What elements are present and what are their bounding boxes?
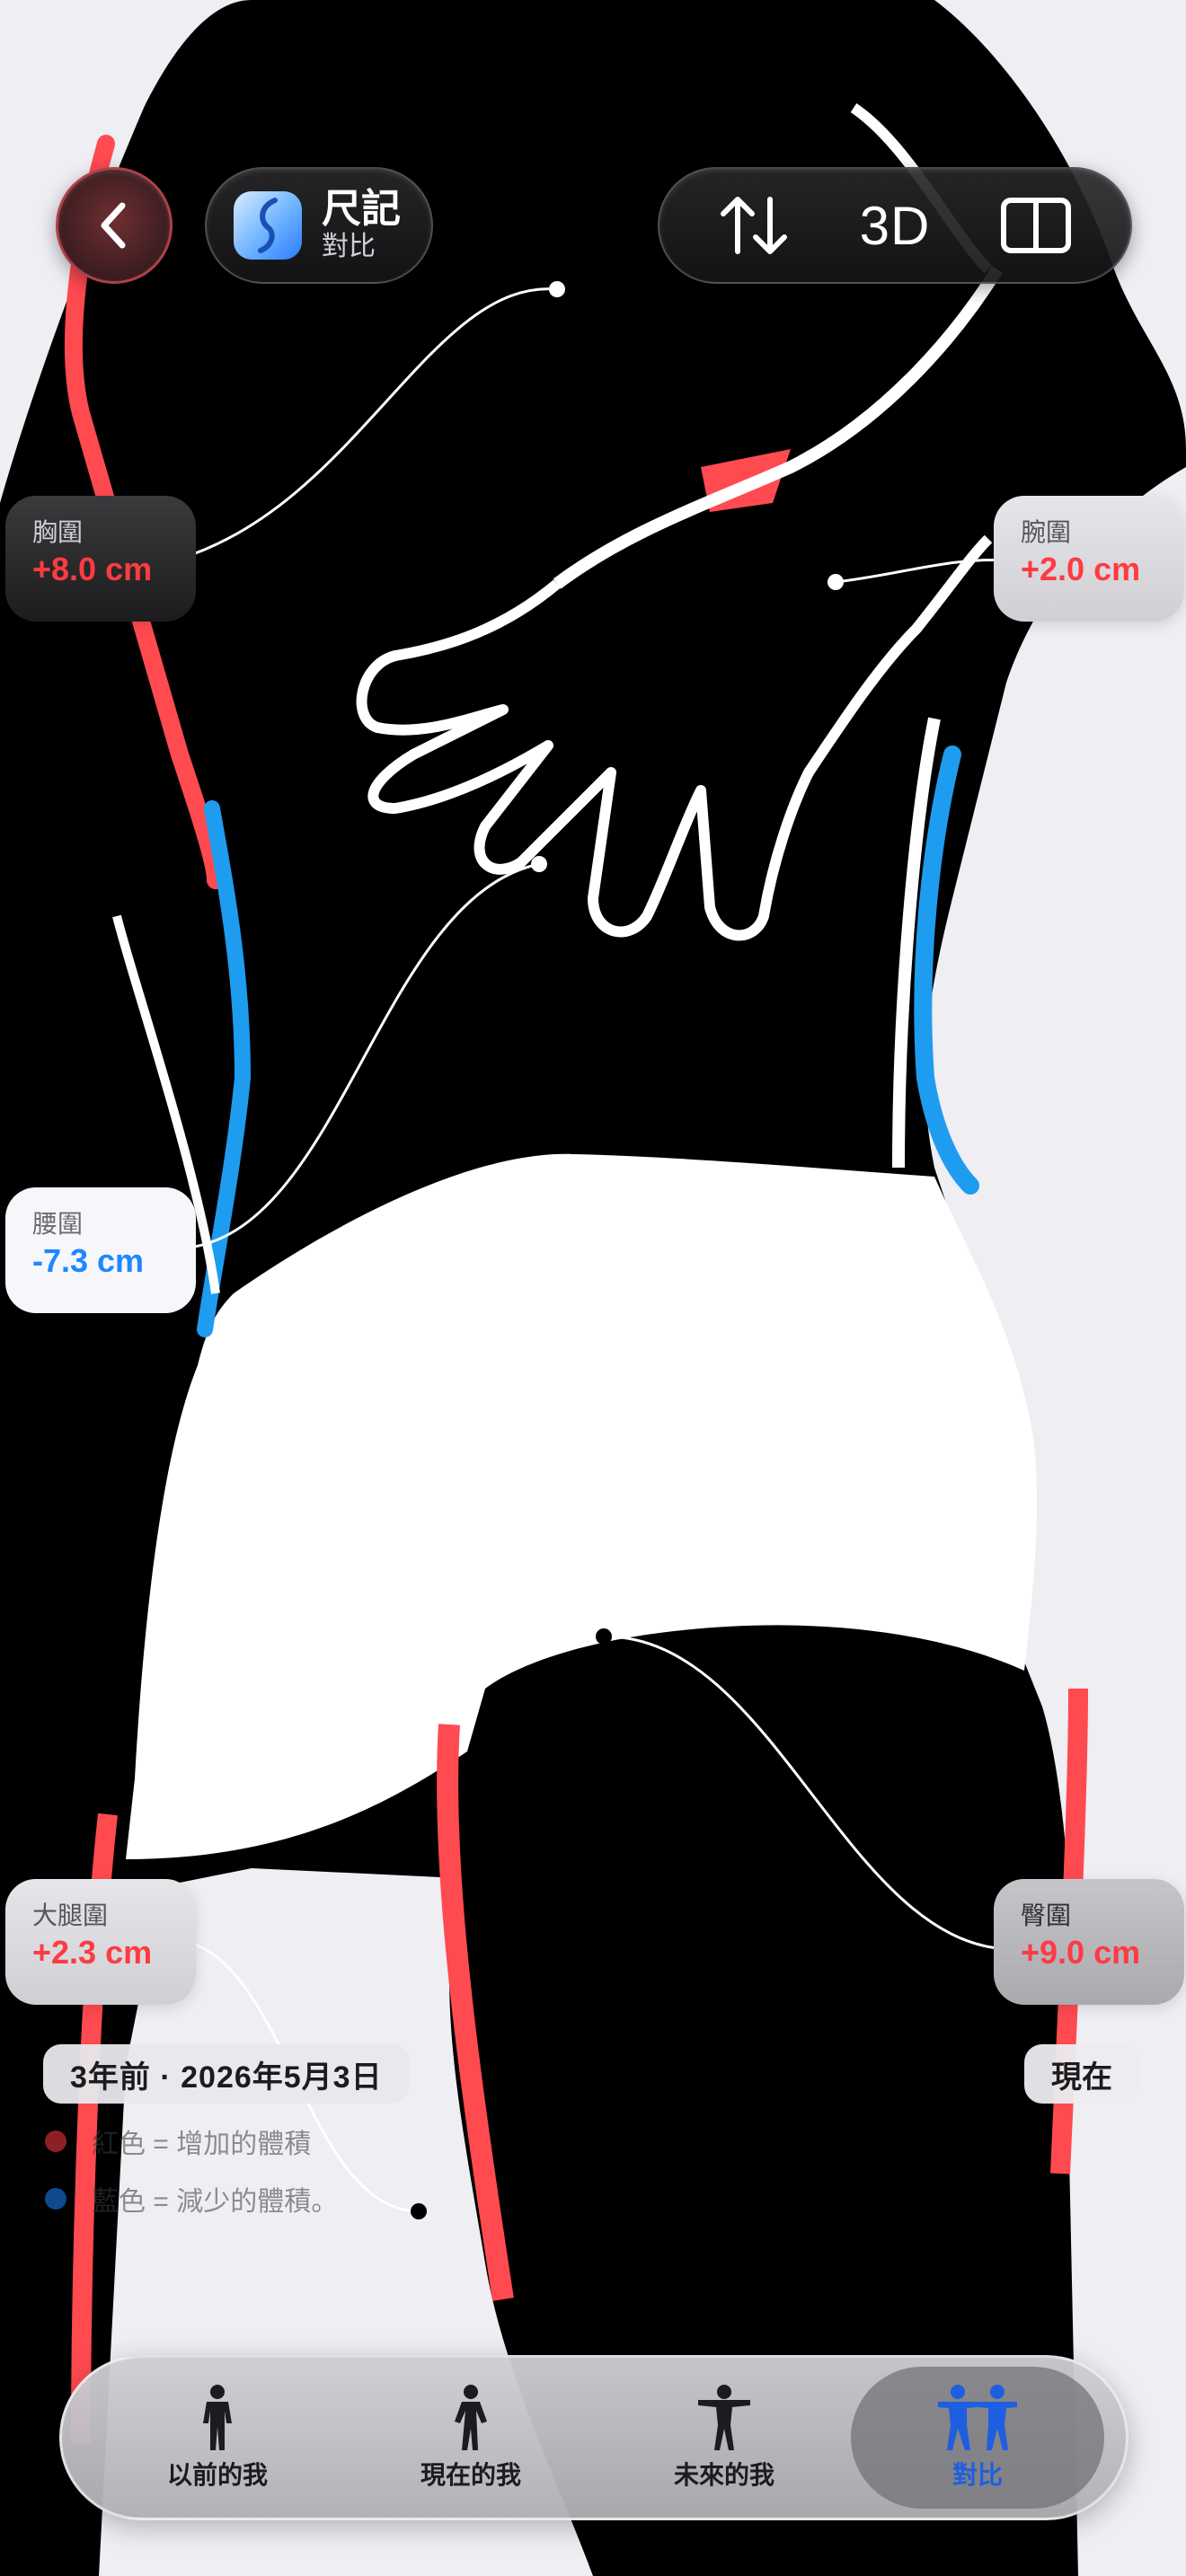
person-icon [203, 2385, 232, 2450]
tab-future-me[interactable]: 未來的我 [597, 2367, 851, 2509]
legend-increase-text: 紅色 = 增加的體積 [92, 2130, 312, 2159]
thigh-label: 大腿圍 [32, 1901, 109, 1929]
tab-compare-label: 對比 [951, 2461, 1003, 2489]
wrist-measurement-card[interactable]: 腕圍 +2.0 cm [994, 496, 1184, 622]
legend-increase: 紅色 = 增加的體積 [45, 2123, 311, 2159]
tab-current-me-label: 現在的我 [420, 2461, 521, 2489]
chest-measurement-card[interactable]: 胸圍 +8.0 cm [5, 496, 196, 622]
person-walking-icon [455, 2385, 487, 2450]
app-name: 尺記 [322, 187, 401, 231]
sort-button[interactable] [691, 181, 817, 270]
hip-label: 臀圍 [1021, 1901, 1072, 1929]
person-arms-up-icon [698, 2385, 750, 2450]
hip-value: +9.0 cm [1021, 1934, 1141, 1971]
chest-value: +8.0 cm [32, 551, 153, 587]
split-view-icon [1001, 198, 1072, 253]
hip-measurement-card[interactable]: 臀圍 +9.0 cm [994, 1879, 1184, 2005]
thigh-measurement-card[interactable]: 大腿圍 +2.3 cm [5, 1879, 196, 2005]
current-label: 現在 [1024, 2044, 1139, 2104]
tab-future-me-label: 未來的我 [673, 2461, 774, 2489]
red-dot-icon [45, 2130, 66, 2152]
app-title-pill[interactable]: 尺記 對比 [205, 167, 433, 284]
chest-label: 胸圍 [32, 518, 84, 546]
tab-past-me[interactable]: 以前的我 [91, 2367, 344, 2509]
blue-dot-icon [45, 2188, 66, 2210]
waist-measurement-card[interactable]: 腰圍 -7.3 cm [5, 1187, 196, 1313]
legend-decrease: 藍色 = 減少的體積。 [45, 2181, 338, 2217]
chevron-left-icon [101, 202, 126, 249]
3d-view-button[interactable]: 3D [832, 181, 958, 270]
waist-value: -7.3 cm [32, 1242, 145, 1279]
view-toolbar: 3D [658, 167, 1132, 284]
tab-past-me-label: 以前的我 [166, 2461, 268, 2489]
app-logo-icon [234, 191, 302, 260]
arrows-up-down-icon [720, 197, 787, 254]
tab-compare[interactable]: 對比 [851, 2367, 1104, 2509]
wrist-label: 腕圍 [1021, 518, 1072, 546]
back-button[interactable] [56, 167, 173, 284]
tab-current-me[interactable]: 現在的我 [344, 2367, 597, 2509]
app-subtitle: 對比 [322, 232, 376, 261]
two-people-icon [938, 2385, 1017, 2450]
past-date-label: 3年前 · 2026年5月3日 [43, 2044, 410, 2104]
split-view-button[interactable] [973, 181, 1099, 270]
wrist-value: +2.0 cm [1021, 551, 1141, 587]
thigh-value: +2.3 cm [32, 1934, 153, 1971]
legend-decrease-text: 藍色 = 減少的體積。 [92, 2187, 339, 2217]
waist-label: 腰圍 [32, 1210, 84, 1238]
tab-bar: 以前的我 現在的我 未來的我 對比 [59, 2355, 1128, 2520]
